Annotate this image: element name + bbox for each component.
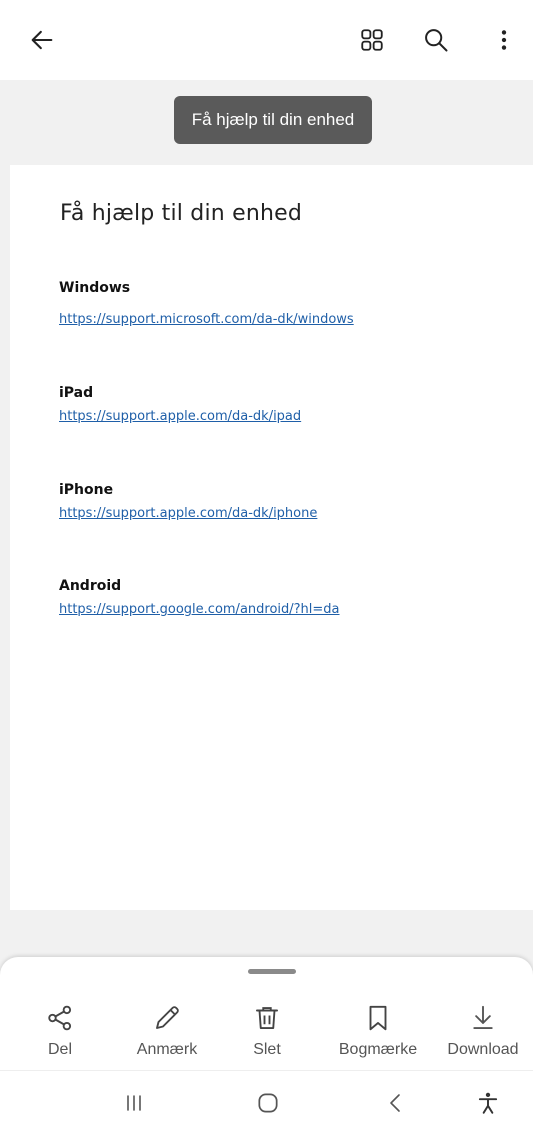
link-ipad-support[interactable]: https://support.apple.com/da-dk/ipad [59, 409, 301, 424]
download-button[interactable]: Download [433, 1001, 533, 1059]
sheet-drag-handle[interactable] [248, 969, 296, 974]
recents-icon [127, 1095, 141, 1111]
bookmark-label: Bogmærke [338, 1041, 418, 1058]
annotate-label: Anmærk [136, 1041, 198, 1058]
download-label: Download [447, 1041, 519, 1058]
bookmark-button[interactable]: Bogmærke [328, 1001, 428, 1059]
trash-icon [256, 1007, 278, 1029]
share-button[interactable]: Del [10, 1001, 110, 1059]
delete-label: Slet [253, 1041, 281, 1058]
link-windows-support[interactable]: https://support.microsoft.com/da-dk/wind… [59, 312, 354, 327]
link-android-support[interactable]: https://support.google.com/android/?hl=d… [59, 602, 340, 617]
search-icon [425, 29, 448, 52]
accessibility-button[interactable] [458, 1079, 518, 1127]
action-row: Del Anmærk Slet Bogmærke Download [0, 1001, 533, 1071]
share-label: Del [47, 1041, 72, 1058]
section-heading: Windows [59, 280, 131, 296]
download-icon [473, 1005, 493, 1029]
pencil-icon [156, 1006, 179, 1029]
section-android: Android https://support.google.com/andro… [59, 578, 340, 617]
more-vert-icon [501, 30, 507, 50]
section-heading: iPad [59, 385, 94, 401]
search-button[interactable] [412, 16, 460, 64]
document-title: Få hjælp til din enhed [60, 201, 303, 226]
nav-back-icon [390, 1094, 400, 1112]
grid-icon [361, 29, 383, 51]
share-icon [48, 1005, 72, 1031]
grid-view-button[interactable] [348, 16, 396, 64]
accessibility-icon [478, 1092, 498, 1114]
bookmark-icon [369, 1005, 387, 1031]
arrow-left-icon [31, 30, 53, 50]
section-ipad: iPad https://support.apple.com/da-dk/ipa… [59, 385, 301, 424]
document-title-tooltip: Få hjælp til din enhed [174, 96, 372, 144]
recents-button[interactable] [104, 1079, 164, 1127]
document-page[interactable]: Få hjælp til din enhed Windows https://s… [10, 165, 533, 910]
more-options-button[interactable] [480, 16, 528, 64]
home-button[interactable] [238, 1079, 298, 1127]
system-navigation-bar [0, 1070, 533, 1136]
nav-back-button[interactable] [366, 1079, 426, 1127]
back-button[interactable] [18, 16, 66, 64]
section-heading: iPhone [59, 482, 114, 498]
link-iphone-support[interactable]: https://support.apple.com/da-dk/iphone [59, 506, 317, 521]
top-app-bar [0, 0, 533, 81]
delete-button[interactable]: Slet [217, 1001, 317, 1059]
section-heading: Android [59, 578, 122, 594]
section-windows: Windows https://support.microsoft.com/da… [59, 280, 354, 327]
section-iphone: iPhone https://support.apple.com/da-dk/i… [59, 482, 317, 521]
home-icon [258, 1093, 278, 1113]
annotate-button[interactable]: Anmærk [117, 1001, 217, 1059]
